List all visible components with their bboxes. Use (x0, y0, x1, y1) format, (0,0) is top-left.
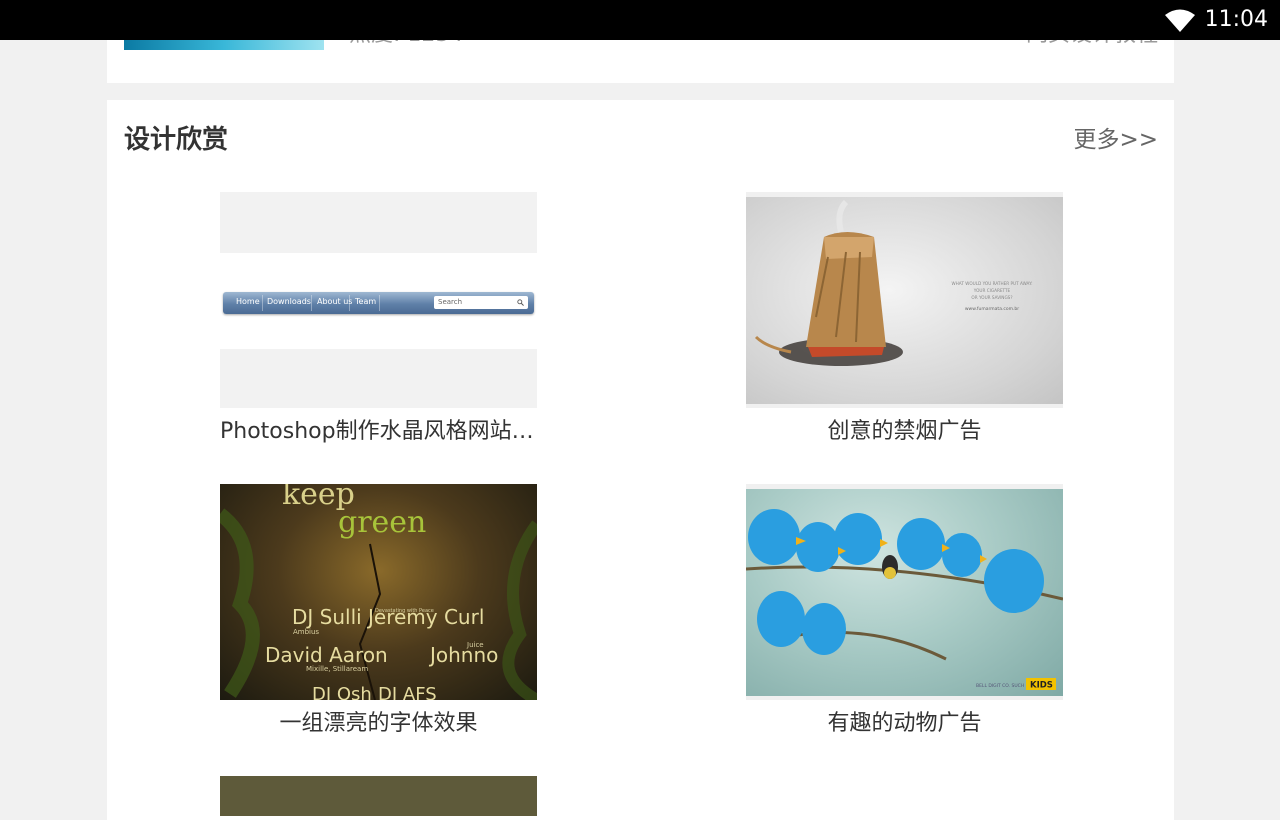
section-title: 设计欣赏 (124, 125, 229, 155)
search-box: Search (434, 296, 528, 309)
ad-brand: KIDS (1030, 681, 1053, 691)
nav-label: Home (236, 297, 260, 306)
nav-separator (311, 295, 312, 311)
ad-copy-line: OR YOUR SAVINGS? (971, 295, 1012, 300)
thumbnail-band (220, 349, 537, 408)
nav-label: Downloads (267, 297, 311, 306)
art-word: Johnno (428, 643, 498, 667)
showcase-caption: Photoshop制作水晶风格网站… (220, 419, 534, 444)
status-time: 11:04 (1204, 7, 1268, 32)
nav-separator (349, 295, 350, 311)
search-placeholder: Search (438, 298, 463, 306)
thumbnail-band (220, 192, 537, 253)
showcase-item[interactable]: WHAT WOULD YOU RATHER PUT AWAY: YOUR CIG… (746, 192, 1063, 448)
design-showcase-section: 设计欣赏 更多>> Home Downloads About us Team S… (107, 100, 1174, 820)
typography-artwork: keep green DJ Sulli Jeremy Curl Ambius D… (220, 484, 537, 700)
showcase-item[interactable]: BELL DIGIT CO. SUCH KIDS 有趣的动物广告 (746, 484, 1063, 740)
more-link[interactable]: 更多>> (1073, 124, 1158, 156)
art-word: David Aaron (265, 643, 388, 667)
art-word: Mixille, Stillaream (306, 665, 368, 673)
art-word: DJ Osh (312, 684, 372, 700)
showcase-item[interactable]: Home Downloads About us Team Search Phot… (220, 192, 537, 448)
showcase-thumbnail[interactable] (220, 776, 537, 816)
ad-copy-line: YOUR CIGARETTE (973, 288, 1011, 293)
nav-separator (379, 295, 380, 311)
no-smoking-ad-image: WHAT WOULD YOU RATHER PUT AWAY: YOUR CIG… (746, 197, 1063, 404)
ad-url: www.fumarmata.com.br (965, 306, 1019, 312)
status-bar: 11:04 (0, 0, 1280, 40)
art-word: Ambius (293, 628, 319, 636)
showcase-caption: 创意的禁烟广告 (827, 419, 982, 444)
nav-label: Team (355, 297, 377, 306)
nav-separator (262, 295, 263, 311)
art-word: green (338, 505, 426, 540)
birds-on-branch-icon: BELL DIGIT CO. SUCH KIDS (746, 509, 1063, 691)
wifi-icon (1165, 9, 1195, 32)
showcase-item[interactable]: keep green DJ Sulli Jeremy Curl Ambius D… (220, 484, 537, 740)
wallet-cigarette-icon: WHAT WOULD YOU RATHER PUT AWAY: YOUR CIG… (754, 199, 1033, 366)
nav-label: About us (317, 297, 353, 306)
showcase-thumbnail[interactable]: Home Downloads About us Team Search (220, 192, 537, 408)
showcase-caption: 一组漂亮的字体效果 (279, 711, 478, 736)
art-word: DJ Sulli (292, 605, 362, 629)
ad-small-text: BELL DIGIT CO. SUCH (976, 683, 1024, 689)
search-icon (517, 299, 524, 306)
showcase-thumbnail[interactable]: BELL DIGIT CO. SUCH KIDS (746, 484, 1063, 700)
art-word: DJ AFS (378, 684, 437, 700)
showcase-thumbnail[interactable]: WHAT WOULD YOU RATHER PUT AWAY: YOUR CIG… (746, 192, 1063, 408)
showcase-item[interactable] (220, 776, 537, 816)
art-word: Devastating with Peace (375, 608, 434, 614)
ad-copy-line: WHAT WOULD YOU RATHER PUT AWAY: (952, 281, 1033, 286)
showcase-thumbnail[interactable]: keep green DJ Sulli Jeremy Curl Ambius D… (220, 484, 537, 700)
animal-ad-image: BELL DIGIT CO. SUCH KIDS (746, 489, 1063, 696)
crystal-nav-bar: Home Downloads About us Team Search (223, 292, 534, 314)
showcase-caption: 有趣的动物广告 (827, 711, 982, 736)
